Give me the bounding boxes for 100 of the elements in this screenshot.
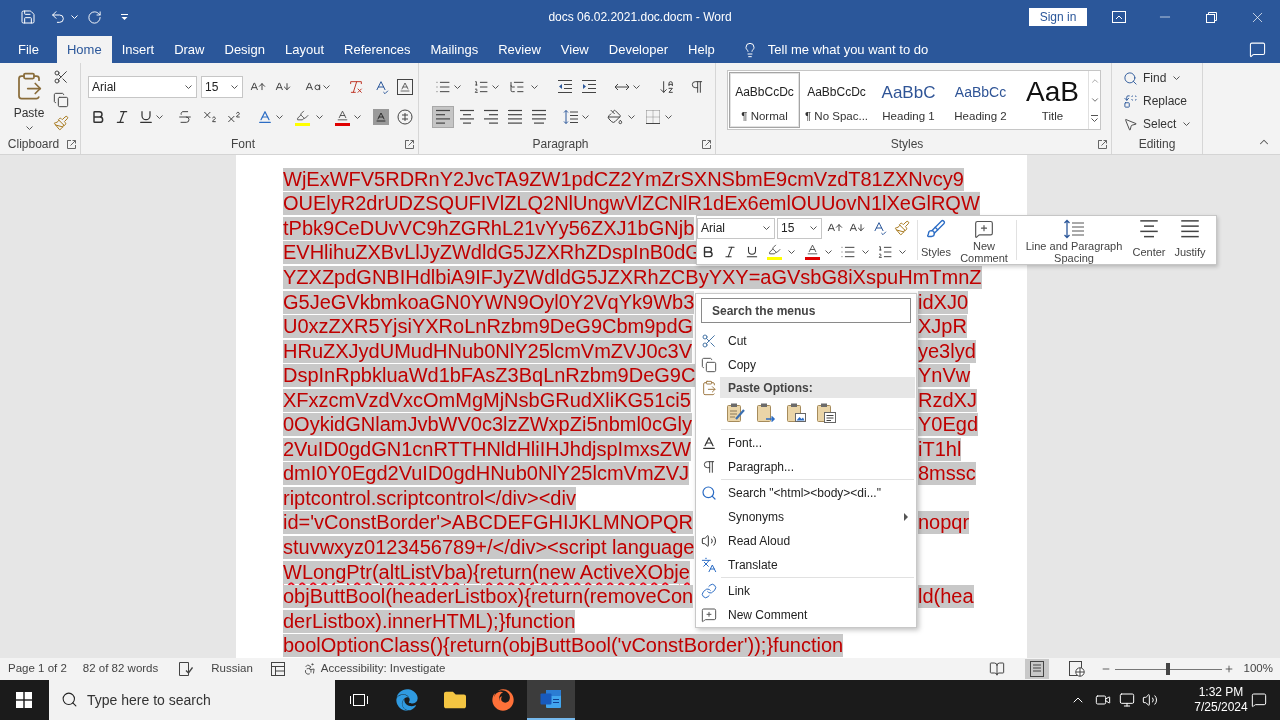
dialog-launcher-icon[interactable] (702, 139, 711, 149)
clipboard-picture-icon[interactable] (785, 402, 807, 424)
start-icon[interactable] (16, 692, 32, 708)
font-size-dropdown[interactable]: 15 (777, 217, 822, 239)
menu-item[interactable]: Paragraph... (696, 455, 916, 479)
dialog-launcher-icon[interactable] (1098, 139, 1107, 149)
link-icon[interactable] (701, 583, 717, 599)
paste-button[interactable]: Paste (5, 63, 53, 136)
caret-icon[interactable] (454, 85, 461, 89)
more-styles-icon[interactable] (1090, 114, 1099, 123)
accessibility-icon[interactable] (302, 662, 317, 676)
editing-command[interactable]: Replace (1123, 90, 1202, 112)
outdent-icon[interactable] (557, 79, 573, 95)
letter-cross-icon[interactable] (348, 79, 364, 95)
customize-caret-icon[interactable] (120, 13, 129, 21)
menu-item[interactable]: Synonyms (696, 505, 916, 529)
strikethrough-icon[interactable] (177, 109, 193, 125)
font-size-dropdown[interactable]: 15 (201, 76, 243, 98)
underlined-letter-icon[interactable] (804, 243, 820, 260)
copy-icon[interactable] (701, 357, 717, 373)
caret-icon[interactable] (156, 115, 163, 119)
task-view-icon[interactable] (350, 692, 368, 708)
page-check-icon[interactable] (179, 662, 194, 676)
highlighter-icon[interactable] (766, 243, 782, 260)
dialog-launcher-icon[interactable] (405, 139, 414, 149)
camera-icon[interactable] (1095, 692, 1111, 708)
caret-icon[interactable] (825, 249, 832, 254)
folder-icon[interactable] (444, 689, 466, 711)
fox-browser-icon[interactable] (492, 689, 514, 711)
caret-icon[interactable] (276, 115, 283, 119)
zoom-slider-thumb[interactable] (1166, 663, 1171, 675)
caret-icon[interactable] (1173, 76, 1181, 80)
font-name-dropdown[interactable]: Arial (697, 217, 775, 239)
caret-icon[interactable] (788, 249, 795, 254)
translate-icon[interactable] (701, 557, 717, 573)
speech-bubble-icon[interactable] (1249, 41, 1266, 58)
justify-button[interactable]: Justify (1171, 216, 1209, 264)
menu-item[interactable]: Read Aloud (696, 529, 916, 553)
wave-browser-icon[interactable] (396, 689, 418, 711)
caret-icon[interactable] (862, 249, 869, 254)
caret-icon[interactable] (185, 85, 192, 89)
caret-icon[interactable] (582, 115, 589, 119)
word-count[interactable]: 82 of 82 words (82, 660, 159, 678)
caret-icon[interactable] (492, 85, 499, 89)
copy-icon[interactable] (53, 92, 69, 108)
style-option[interactable]: AaBbCcDc ¶ Normal (729, 72, 800, 128)
line-spacing-button[interactable]: Line and Paragraph Spacing (1024, 216, 1124, 264)
restore-icon[interactable] (1205, 11, 1217, 23)
taskbar-search-field[interactable]: Type here to search (49, 680, 335, 720)
ribbon-tab[interactable]: References (334, 36, 421, 63)
menu-item[interactable]: Font... (696, 431, 916, 455)
volume-icon[interactable] (1142, 692, 1158, 708)
ribbon-tab[interactable]: Draw (164, 36, 215, 63)
monitor-icon[interactable] (1119, 692, 1135, 708)
ribbon-tab[interactable]: Layout (274, 36, 334, 63)
clipboard-text-icon[interactable] (815, 402, 837, 424)
paintbrush-icon[interactable] (894, 220, 910, 236)
bold-icon[interactable] (90, 109, 106, 125)
italic-icon[interactable] (114, 109, 130, 125)
search-icon[interactable] (61, 691, 78, 708)
clipboard-arrow-icon[interactable] (755, 402, 777, 424)
editing-command[interactable]: Select (1123, 113, 1202, 135)
brush-icon[interactable] (926, 219, 946, 239)
menu-item[interactable]: Cut (696, 329, 916, 353)
style-option[interactable]: AaB Title (1017, 72, 1088, 128)
style-option[interactable]: AaBbCc Heading 2 (945, 72, 1016, 128)
italic-icon[interactable] (723, 244, 737, 259)
superscript-icon[interactable] (226, 109, 242, 125)
document-app-icon[interactable] (540, 689, 562, 709)
spacing-arrows-icon[interactable] (1063, 219, 1085, 239)
boxed-letter-icon[interactable] (397, 79, 413, 95)
ribbon-tab[interactable]: Home (56, 36, 112, 63)
ribbon-tab[interactable]: Mailings (420, 36, 489, 63)
caret-icon[interactable] (1183, 122, 1191, 126)
underlined-letter-icon[interactable] (334, 108, 350, 126)
caret-icon[interactable] (231, 85, 238, 89)
caret-icon[interactable] (665, 115, 672, 119)
speaker-icon[interactable] (701, 533, 717, 549)
subscript-icon[interactable] (202, 109, 218, 125)
letter-a-icon[interactable] (701, 435, 717, 451)
save-icon[interactable] (20, 9, 36, 25)
speech-bubble-plus-icon[interactable] (974, 219, 994, 239)
ribbon-tab[interactable]: File (8, 36, 49, 63)
font-name-dropdown[interactable]: Arial (88, 76, 197, 98)
circle-icon[interactable] (397, 109, 413, 125)
replace-icon[interactable] (1123, 93, 1138, 109)
redo-icon[interactable] (87, 9, 102, 25)
ribbon-tab[interactable]: Design (214, 36, 275, 63)
bullet-list-icon[interactable] (435, 79, 451, 95)
scissors-icon[interactable] (701, 333, 717, 349)
caret-icon[interactable] (633, 85, 640, 89)
caret-icon[interactable] (763, 226, 770, 230)
pilcrow-icon[interactable] (701, 459, 717, 475)
highlighter-icon[interactable] (294, 108, 310, 126)
sign-in-button[interactable]: Sign in (1029, 8, 1087, 26)
shaded-letter-icon[interactable] (373, 109, 389, 125)
underline-icon[interactable] (138, 109, 154, 125)
menu-item[interactable]: Search "<html><body><di..." (696, 481, 916, 505)
scissors-icon[interactable] (53, 69, 69, 85)
zoom-in-icon[interactable] (1223, 664, 1234, 674)
